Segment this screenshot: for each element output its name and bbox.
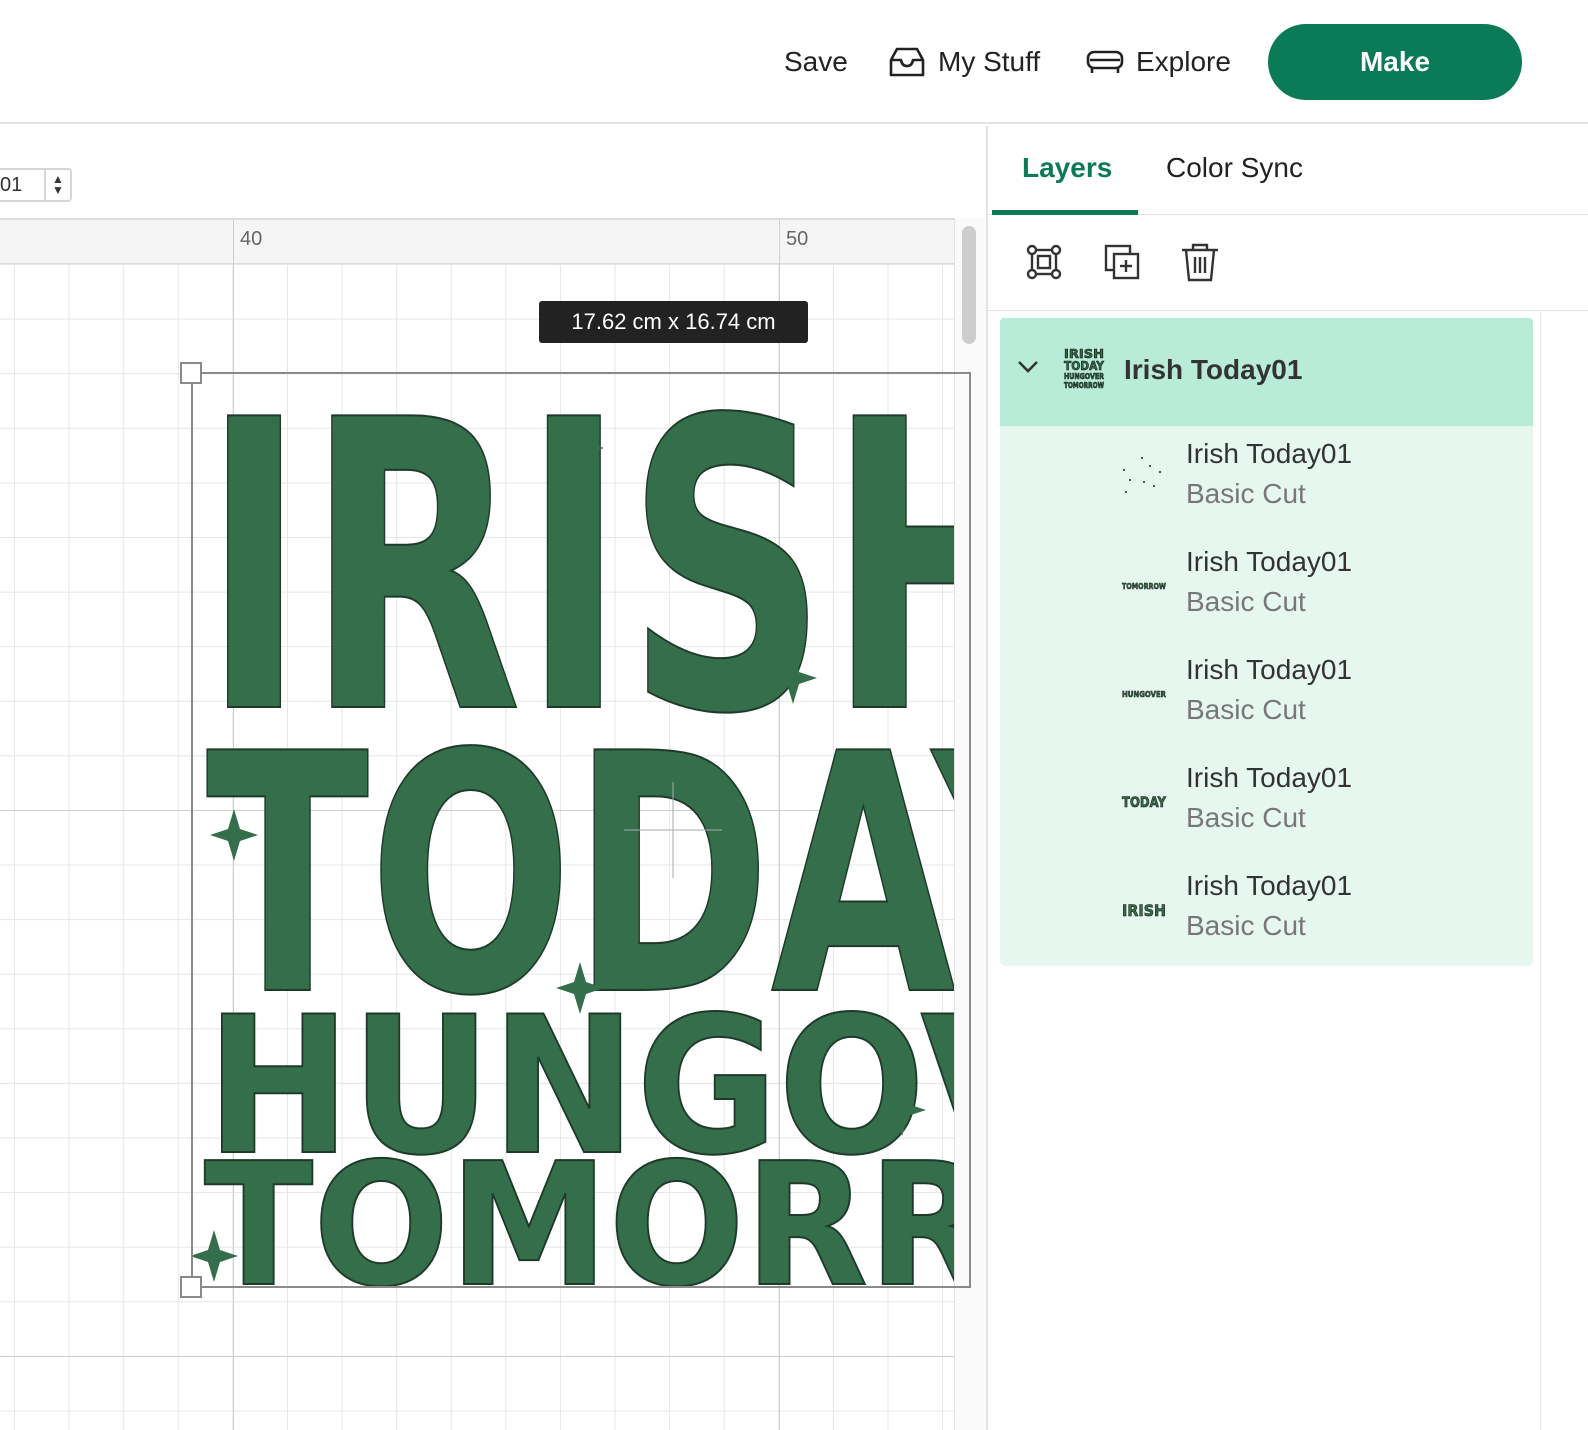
explore-icon <box>1086 50 1124 73</box>
ruler-label-50: 50 <box>786 228 809 250</box>
explore-label: Explore <box>1136 46 1231 77</box>
layer-operation[interactable]: Basic Cut <box>1186 478 1306 510</box>
save-label: Save <box>784 46 848 77</box>
layer-group-header[interactable]: IRISH TODAY HUNGOVER TOMORROW Irish Toda… <box>1000 318 1533 426</box>
layer-operation[interactable]: Basic Cut <box>1186 694 1306 726</box>
ruler-tick <box>779 220 780 266</box>
tools-divider <box>988 310 1588 311</box>
layer-thumbnail-irish: IRISH <box>1120 884 1170 934</box>
layer-thumbnail-today: TODAY <box>1120 776 1170 826</box>
tab-color-sync[interactable]: Color Sync <box>1166 152 1303 184</box>
resize-handle-top-left[interactable] <box>180 362 202 384</box>
resize-handle-bottom-left[interactable] <box>180 1276 202 1298</box>
rotate-stepper[interactable]: ▲ ▼ <box>44 170 70 200</box>
group-icon[interactable] <box>1022 240 1066 284</box>
rotate-input[interactable]: 01 ▲ ▼ <box>0 168 72 202</box>
rotate-value: 01 <box>0 173 23 196</box>
ruler-label-40: 40 <box>240 228 263 250</box>
svg-text:TOMORROW: TOMORROW <box>1122 582 1166 591</box>
svg-text:IRISH: IRISH <box>1122 901 1166 920</box>
layer-name: Irish Today01 <box>1186 870 1353 901</box>
panel-scrollbar[interactable] <box>1540 312 1588 1430</box>
my-stuff-button[interactable]: My Stuff <box>888 40 1040 84</box>
layer-row-today[interactable]: TODAY Irish Today01 Basic Cut <box>1000 750 1533 858</box>
layer-list: Irish Today01 Basic Cut TOMORROW Irish T… <box>1000 426 1533 966</box>
duplicate-icon[interactable] <box>1100 240 1144 284</box>
layers-panel: Layers Color Sync IRISH TODAY HUNGOVER T… <box>986 126 1588 1430</box>
top-bar: Save My Stuff Explore Make <box>0 0 1588 124</box>
svg-text:TOMORROW: TOMORROW <box>1064 381 1104 390</box>
grid-major-line <box>0 1356 954 1357</box>
stepper-down-icon[interactable]: ▼ <box>52 184 64 196</box>
active-tab-indicator <box>992 210 1138 215</box>
make-button[interactable]: Make <box>1268 24 1522 100</box>
layer-row-hungover[interactable]: HUNGOVER Irish Today01 Basic Cut <box>1000 642 1533 750</box>
layer-name: Irish Today01 <box>1186 546 1353 577</box>
group-name: Irish Today01 <box>1124 354 1303 385</box>
layer-name: Irish Today01 <box>1186 654 1353 685</box>
layer-row-sparkles[interactable]: Irish Today01 Basic Cut <box>1000 426 1533 534</box>
canvas-scroll-thumb[interactable] <box>962 226 976 344</box>
selection-box <box>191 372 971 1288</box>
svg-text:HUNGOVER: HUNGOVER <box>1064 372 1104 381</box>
group-thumbnail: IRISH TODAY HUNGOVER TOMORROW <box>1062 346 1106 391</box>
delete-icon[interactable] <box>1178 240 1222 284</box>
svg-text:TODAY: TODAY <box>1064 359 1104 373</box>
tab-layers[interactable]: Layers <box>1022 152 1112 184</box>
ruler-tick <box>233 220 234 266</box>
chevron-down-icon[interactable] <box>1016 358 1040 376</box>
layer-operation[interactable]: Basic Cut <box>1186 802 1306 834</box>
layer-name: Irish Today01 <box>1186 762 1353 793</box>
layer-name: Irish Today01 <box>1186 438 1353 469</box>
layer-thumbnail-tomorrow: TOMORROW <box>1120 560 1170 610</box>
layer-row-tomorrow[interactable]: TOMORROW Irish Today01 Basic Cut <box>1000 534 1533 642</box>
size-tooltip: 17.62 cm x 16.74 cm <box>539 301 808 343</box>
horizontal-ruler: 40 50 <box>0 218 954 266</box>
svg-text:TODAY: TODAY <box>1122 795 1167 811</box>
explore-button[interactable]: Explore <box>1086 40 1231 84</box>
inbox-icon <box>889 47 925 77</box>
save-button[interactable]: Save <box>784 40 848 84</box>
design-canvas[interactable]: 01 ▲ ▼ 40 50 17.62 cm x 16.74 cm IRISH T… <box>0 126 986 1430</box>
layer-operation[interactable]: Basic Cut <box>1186 586 1306 618</box>
layer-row-irish[interactable]: IRISH Irish Today01 Basic Cut <box>1000 858 1533 966</box>
layer-operation[interactable]: Basic Cut <box>1186 910 1306 942</box>
svg-text:HUNGOVER: HUNGOVER <box>1122 690 1166 699</box>
my-stuff-label: My Stuff <box>938 46 1041 77</box>
layer-thumbnail-hungover: HUNGOVER <box>1120 668 1170 718</box>
layer-thumbnail-sparkles <box>1120 452 1170 502</box>
